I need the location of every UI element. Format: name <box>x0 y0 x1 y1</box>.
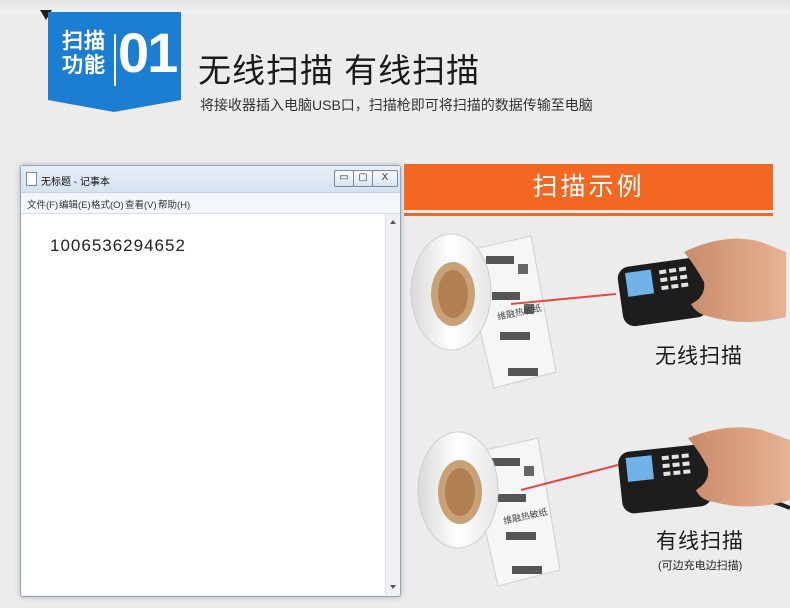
section-subtitle: 将接收器插入电脑USB口，扫描枪即可将扫描的数据传输至电脑 <box>200 97 593 113</box>
section-number: 01 <box>118 21 178 84</box>
scroll-down-icon[interactable] <box>390 585 396 589</box>
notepad-titlebar[interactable]: 无标题 - 记事本 ▭ ▢ X <box>21 166 400 193</box>
menu-file[interactable]: 文件(F) <box>27 197 58 211</box>
notepad-menubar: 文件(F) 编辑(E) 格式(O) 查看(V) 帮助(H) <box>21 193 400 214</box>
badge-label-line2: 功能 <box>62 54 106 77</box>
notepad-window: 无标题 - 记事本 ▭ ▢ X 文件(F) 编辑(E) 格式(O) 查看(V) … <box>20 165 401 597</box>
menu-format[interactable]: 格式(O) <box>91 197 124 211</box>
menu-edit[interactable]: 编辑(E) <box>59 197 91 211</box>
wired-scan-label: 有线扫描 <box>656 530 744 553</box>
section-badge-label: 扫描 功能 <box>58 30 110 78</box>
notepad-scrollbar[interactable] <box>385 214 400 595</box>
close-icon: X <box>381 172 389 183</box>
scroll-up-icon[interactable] <box>390 220 396 224</box>
maximize-button[interactable]: ▢ <box>353 170 373 187</box>
section-badge-tip <box>48 100 181 112</box>
minimize-icon: ▭ <box>339 172 349 183</box>
wireless-scan-illustration: 维融热敏纸 <box>410 233 786 389</box>
scanner-screen <box>625 455 654 482</box>
demo-header-underline <box>404 213 773 216</box>
notepad-app-icon <box>26 172 37 186</box>
demo-header: 扫描示例 <box>404 164 773 210</box>
wireless-scan-label: 无线扫描 <box>655 345 743 368</box>
scanned-barcode-value: 1006536294652 <box>50 236 186 255</box>
menu-view[interactable]: 查看(V) <box>125 197 157 211</box>
notepad-text-area[interactable]: 1006536294652 <box>22 214 385 595</box>
menu-help[interactable]: 帮助(H) <box>158 197 190 211</box>
wired-scan-note: (可边充电边扫描) <box>658 560 743 572</box>
minimize-button[interactable]: ▭ <box>334 170 354 187</box>
maximize-icon: ▢ <box>358 172 368 183</box>
badge-label-line1: 扫描 <box>62 30 106 53</box>
close-button[interactable]: X <box>372 170 398 187</box>
section-title: 无线扫描 有线扫描 <box>198 52 481 89</box>
notepad-window-title: 无标题 - 记事本 <box>41 177 110 188</box>
scanner-screen <box>625 269 655 297</box>
badge-divider <box>114 34 116 86</box>
